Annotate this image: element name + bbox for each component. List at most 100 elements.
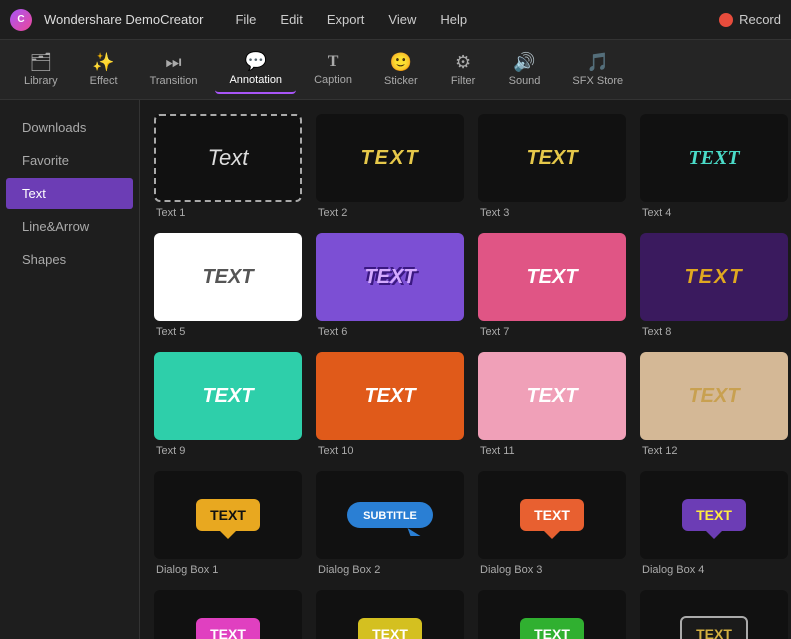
text10-preview: TEXT <box>364 385 415 408</box>
db6-preview: TEXT <box>372 626 408 639</box>
tool-transition[interactable]: ⏭ Transition <box>136 47 212 93</box>
card-text6[interactable]: TEXT Text 6 <box>316 233 464 338</box>
card-text1[interactable]: Text Text 1 <box>154 114 302 219</box>
tool-sound-label: Sound <box>509 75 541 87</box>
card-text4[interactable]: TEXT Text 4 <box>640 114 788 219</box>
sidebar-item-favorite[interactable]: Favorite <box>6 145 133 176</box>
text12-label: Text 12 <box>640 445 788 457</box>
card-text9[interactable]: TEXT Text 9 <box>154 352 302 457</box>
card-text3[interactable]: TEXT Text 3 <box>478 114 626 219</box>
tool-sfx[interactable]: 🎵 SFX Store <box>558 47 637 93</box>
sidebar: Downloads Favorite Text Line&Arrow Shape… <box>0 100 140 639</box>
items-grid: Text Text 1 TEXT Text 2 TEXT Text 3 <box>154 114 777 639</box>
sound-icon: 🔊 <box>513 53 535 71</box>
tool-sticker-label: Sticker <box>384 75 418 87</box>
card-text11[interactable]: TEXT Text 11 <box>478 352 626 457</box>
sticker-icon: 🙂 <box>390 53 412 71</box>
sidebar-item-shapes[interactable]: Shapes <box>6 244 133 275</box>
tool-sticker[interactable]: 🙂 Sticker <box>370 47 432 93</box>
db2-preview: SUBTITLE <box>363 510 417 522</box>
menu-bar: File Edit Export View Help <box>225 8 477 31</box>
text9-preview: TEXT <box>202 385 253 408</box>
sfx-icon: 🎵 <box>587 53 609 71</box>
text2-label: Text 2 <box>316 207 464 219</box>
sidebar-item-downloads[interactable]: Downloads <box>6 112 133 143</box>
text10-label: Text 10 <box>316 445 464 457</box>
db7-preview: TEXT <box>534 626 570 639</box>
text1-label: Text 1 <box>154 207 302 219</box>
tool-filter[interactable]: ⚙ Filter <box>436 47 491 93</box>
tool-library[interactable]: 🗂 Library <box>10 47 72 93</box>
text5-preview: TEXT <box>202 266 253 289</box>
text8-preview: TEXT <box>684 266 743 289</box>
tool-sound[interactable]: 🔊 Sound <box>495 47 555 93</box>
text11-label: Text 11 <box>478 445 626 457</box>
filter-icon: ⚙ <box>455 53 471 71</box>
card-dialogbox1[interactable]: TEXT Dialog Box 1 <box>154 471 302 576</box>
text6-label: Text 6 <box>316 326 464 338</box>
menu-help[interactable]: Help <box>430 8 477 31</box>
menu-export[interactable]: Export <box>317 8 375 31</box>
text3-preview: TEXT <box>526 147 577 170</box>
effect-icon: ✨ <box>92 53 114 71</box>
db3-preview: TEXT <box>534 507 570 523</box>
title-bar: C Wondershare DemoCreator File Edit Expo… <box>0 0 791 40</box>
db1-preview: TEXT <box>210 507 246 523</box>
text6-preview: TEXT <box>364 266 415 289</box>
db1-label: Dialog Box 1 <box>154 564 302 576</box>
text11-preview: TEXT <box>526 385 577 408</box>
text8-label: Text 8 <box>640 326 788 338</box>
text7-preview: TEXT <box>526 266 577 289</box>
menu-edit[interactable]: Edit <box>270 8 312 31</box>
text12-preview: TEXT <box>688 385 739 408</box>
tool-annotation[interactable]: 💬 Annotation <box>215 46 296 94</box>
tool-annotation-label: Annotation <box>229 74 282 86</box>
main-layout: Downloads Favorite Text Line&Arrow Shape… <box>0 100 791 639</box>
db4-preview: TEXT <box>696 507 732 523</box>
library-icon: 🗂 <box>29 53 52 71</box>
card-dialogbox4[interactable]: TEXT Dialog Box 4 <box>640 471 788 576</box>
text7-label: Text 7 <box>478 326 626 338</box>
card-text8[interactable]: TEXT Text 8 <box>640 233 788 338</box>
menu-file[interactable]: File <box>225 8 266 31</box>
sidebar-item-line-arrow[interactable]: Line&Arrow <box>6 211 133 242</box>
annotation-icon: 💬 <box>245 52 267 70</box>
card-text12[interactable]: TEXT Text 12 <box>640 352 788 457</box>
caption-icon: T <box>328 54 339 70</box>
card-dialogbox7[interactable]: TEXT Dialog Box 7 <box>478 590 626 639</box>
toolbar: 🗂 Library ✨ Effect ⏭ Transition 💬 Annota… <box>0 40 791 100</box>
tool-effect[interactable]: ✨ Effect <box>76 47 132 93</box>
card-text2[interactable]: TEXT Text 2 <box>316 114 464 219</box>
card-text7[interactable]: TEXT Text 7 <box>478 233 626 338</box>
db2-label: Dialog Box 2 <box>316 564 464 576</box>
app-name: Wondershare DemoCreator <box>44 12 203 27</box>
record-indicator <box>719 13 733 27</box>
app-logo: C <box>10 9 32 31</box>
tool-caption-label: Caption <box>314 74 352 86</box>
tool-transition-label: Transition <box>150 75 198 87</box>
card-dialogbox2[interactable]: SUBTITLE Dialog Box 2 <box>316 471 464 576</box>
menu-view[interactable]: View <box>378 8 426 31</box>
card-dialogbox8[interactable]: TEXT Dialog Box 8 <box>640 590 788 639</box>
text3-label: Text 3 <box>478 207 626 219</box>
text1-preview: Text <box>208 145 249 171</box>
content-area: Text Text 1 TEXT Text 2 TEXT Text 3 <box>140 100 791 639</box>
text5-label: Text 5 <box>154 326 302 338</box>
db4-label: Dialog Box 4 <box>640 564 788 576</box>
text2-preview: TEXT <box>360 147 419 170</box>
db3-label: Dialog Box 3 <box>478 564 626 576</box>
card-text5[interactable]: TEXT Text 5 <box>154 233 302 338</box>
record-button[interactable]: Record <box>719 12 781 27</box>
card-dialogbox6[interactable]: TEXT Dialog Box 6 <box>316 590 464 639</box>
text4-label: Text 4 <box>640 207 788 219</box>
card-dialogbox3[interactable]: TEXT Dialog Box 3 <box>478 471 626 576</box>
sidebar-item-text[interactable]: Text <box>6 178 133 209</box>
tool-caption[interactable]: T Caption <box>300 48 366 92</box>
card-text10[interactable]: TEXT Text 10 <box>316 352 464 457</box>
text9-label: Text 9 <box>154 445 302 457</box>
tool-sfx-label: SFX Store <box>572 75 623 87</box>
db5-preview: TEXT <box>210 626 246 639</box>
db8-preview: TEXT <box>696 626 732 639</box>
tool-effect-label: Effect <box>90 75 118 87</box>
card-dialogbox5[interactable]: TEXT Dialog Box 5 <box>154 590 302 639</box>
